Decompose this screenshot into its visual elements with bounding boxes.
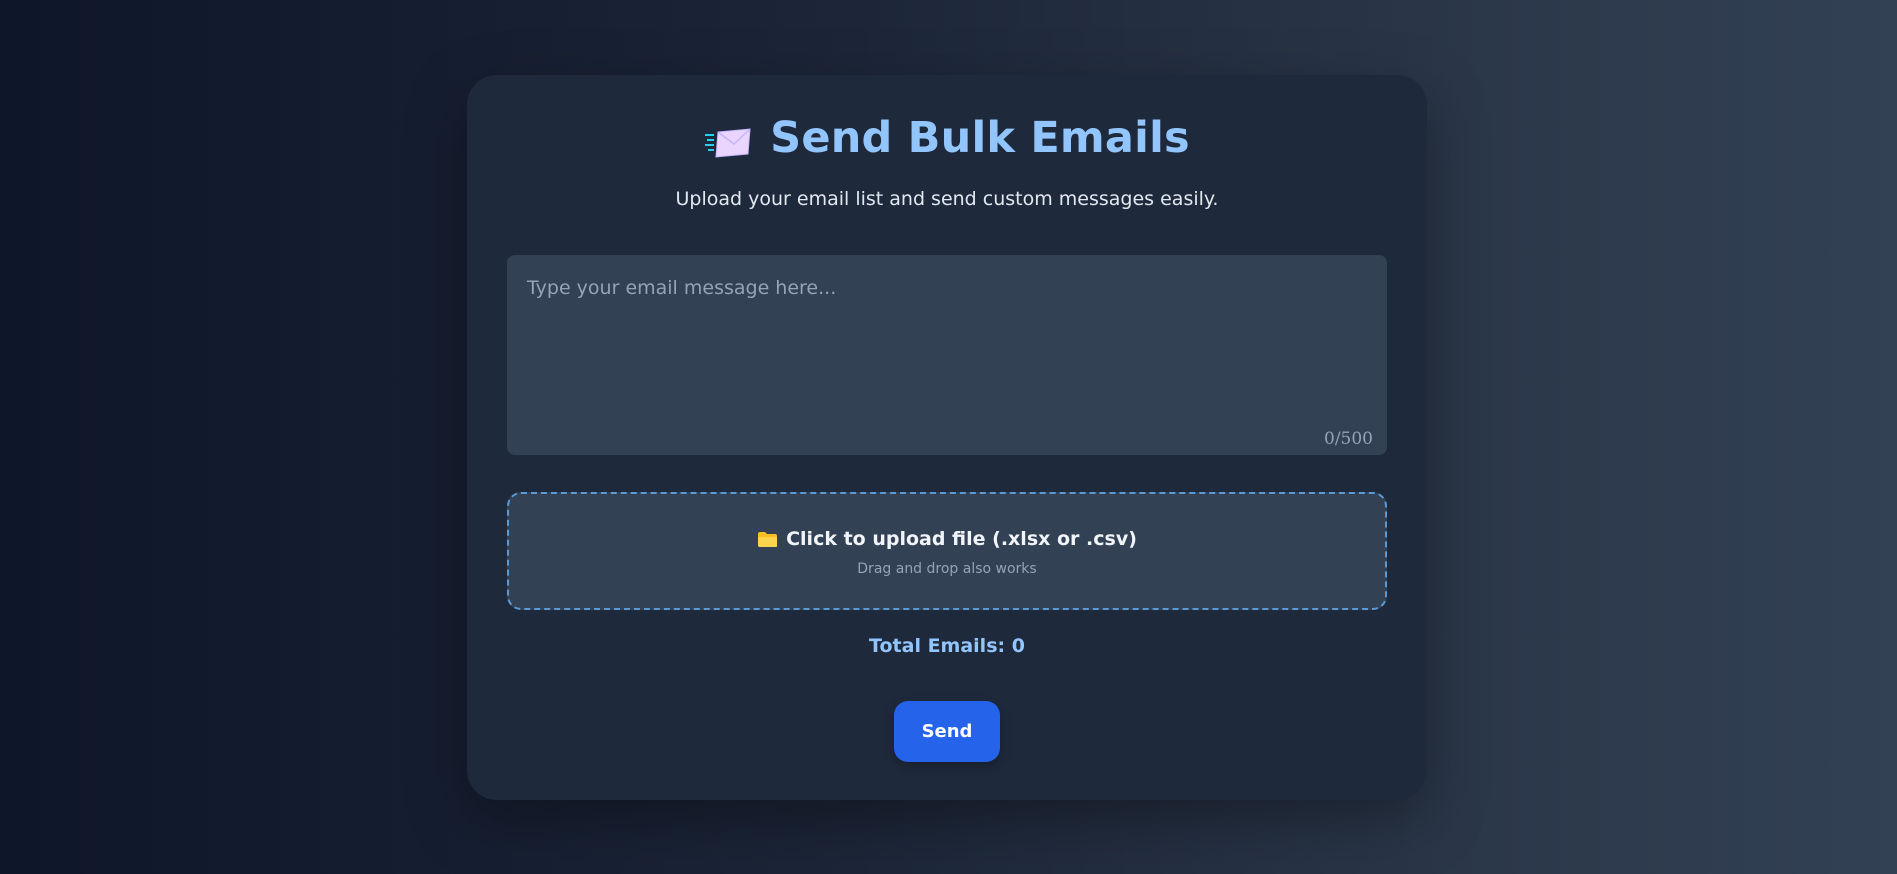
upload-hint: Drag and drop also works	[857, 561, 1037, 577]
send-button[interactable]: Send	[894, 701, 1000, 762]
flying-envelope-icon	[704, 126, 752, 160]
bulk-email-card: Send Bulk Emails Upload your email list …	[467, 75, 1427, 800]
email-message-input[interactable]	[507, 255, 1387, 455]
file-upload-dropzone[interactable]: Click to upload file (.xlsx or .csv) Dra…	[507, 492, 1387, 610]
header: Send Bulk Emails	[467, 113, 1427, 163]
page-title: Send Bulk Emails	[770, 113, 1190, 163]
folder-icon	[757, 531, 778, 548]
upload-label: Click to upload file (.xlsx or .csv)	[786, 528, 1137, 550]
message-box: 0/500	[507, 255, 1387, 455]
page-subtitle: Upload your email list and send custom m…	[675, 188, 1219, 210]
upload-label-row: Click to upload file (.xlsx or .csv)	[509, 528, 1385, 550]
character-counter: 0/500	[1324, 429, 1373, 449]
total-emails-count: Total Emails: 0	[869, 635, 1025, 657]
